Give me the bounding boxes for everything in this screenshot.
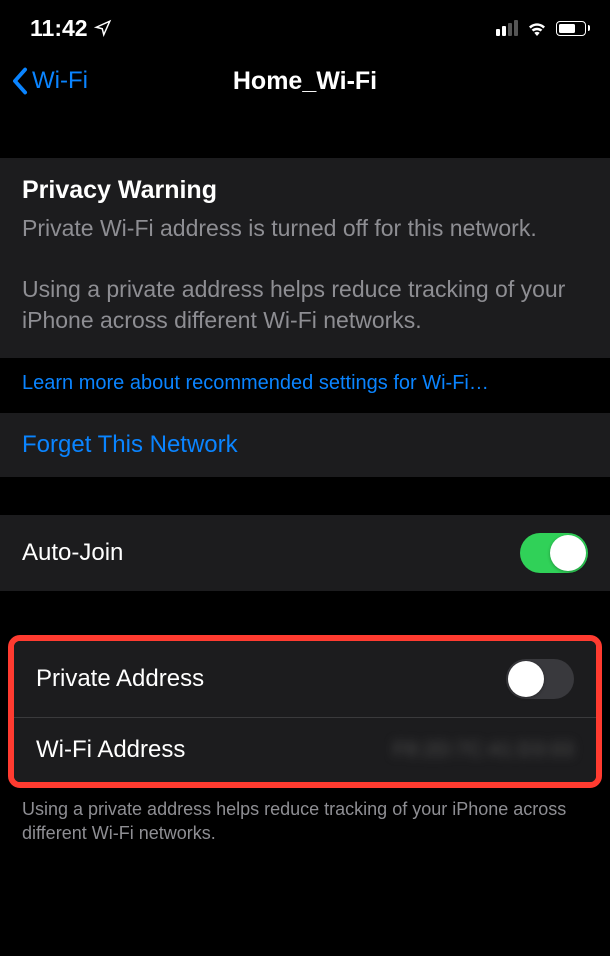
battery-icon [556, 21, 590, 36]
location-icon [94, 19, 112, 37]
wifi-address-row: Wi-Fi Address F8:2D:7C:41:D3:03 [14, 717, 596, 782]
status-time: 11:42 [30, 15, 88, 42]
back-label: Wi-Fi [32, 67, 88, 95]
private-address-toggle[interactable] [506, 659, 574, 699]
status-time-group: 11:42 [30, 15, 112, 42]
chevron-left-icon [12, 67, 28, 95]
auto-join-row: Auto-Join [0, 515, 610, 591]
status-bar: 11:42 [0, 0, 610, 52]
status-indicators [496, 20, 590, 36]
footer-description: Using a private address helps reduce tra… [0, 788, 610, 855]
back-button[interactable]: Wi-Fi [12, 67, 88, 95]
auto-join-label: Auto-Join [22, 539, 123, 567]
private-address-row: Private Address [14, 641, 596, 717]
page-title: Home_Wi-Fi [233, 67, 377, 96]
wifi-address-value: F8:2D:7C:41:D3:03 [393, 739, 574, 762]
auto-join-toggle[interactable] [520, 533, 588, 573]
forget-network-button[interactable]: Forget This Network [0, 413, 610, 477]
navigation-bar: Wi-Fi Home_Wi-Fi [0, 52, 610, 110]
privacy-warning-title: Privacy Warning [22, 176, 588, 205]
wifi-icon [526, 20, 548, 36]
private-address-label: Private Address [36, 665, 204, 693]
privacy-warning-text-2: Using a private address helps reduce tra… [22, 274, 588, 336]
highlighted-section: Private Address Wi-Fi Address F8:2D:7C:4… [8, 635, 602, 788]
privacy-warning-text-1: Private Wi-Fi address is turned off for … [22, 213, 588, 244]
wifi-address-label: Wi-Fi Address [36, 736, 185, 764]
learn-more-link[interactable]: Learn more about recommended settings fo… [0, 358, 610, 413]
privacy-warning-section: Privacy Warning Private Wi-Fi address is… [0, 158, 610, 358]
cellular-signal-icon [496, 20, 518, 36]
